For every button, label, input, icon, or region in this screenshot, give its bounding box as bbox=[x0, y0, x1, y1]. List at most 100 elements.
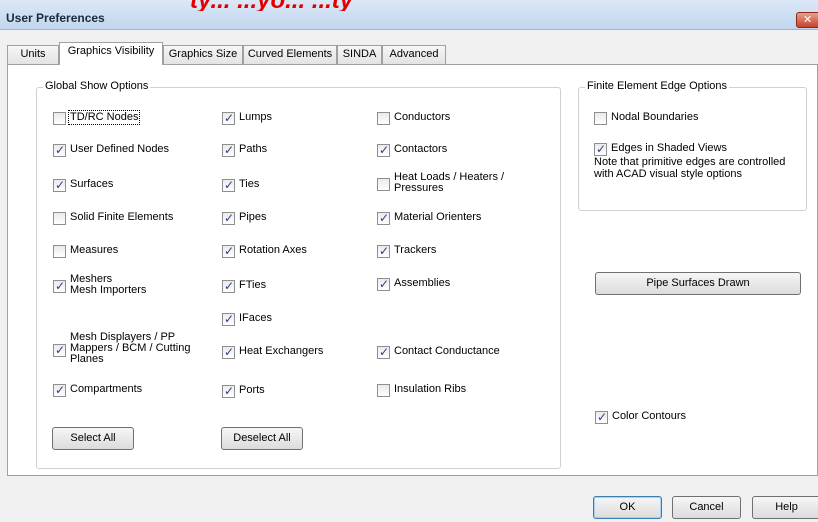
checkbox-label: Trackers bbox=[394, 244, 437, 256]
checkbox-box[interactable] bbox=[53, 343, 66, 357]
checkbox-box[interactable] bbox=[377, 211, 390, 225]
checkbox-label: TD/RC Nodes bbox=[67, 110, 141, 125]
checkbox-label: Pipes bbox=[239, 211, 267, 223]
checkbox-label: Surfaces bbox=[70, 178, 114, 190]
checkbox-box[interactable] bbox=[53, 112, 66, 125]
close-icon[interactable]: ✕ bbox=[796, 12, 818, 28]
checkbox-label: Nodal Boundaries bbox=[611, 111, 699, 123]
checkbox-nodal-boundaries[interactable]: Nodal Boundaries bbox=[594, 112, 698, 125]
checkbox-assemblies[interactable]: Assemblies bbox=[377, 277, 451, 291]
checkbox-box[interactable] bbox=[222, 178, 235, 192]
tab-curved-elements[interactable]: Curved Elements bbox=[243, 45, 337, 64]
checkbox-box[interactable] bbox=[222, 143, 235, 157]
help-button[interactable]: Help bbox=[752, 496, 818, 519]
checkbox-contactors[interactable]: Contactors bbox=[377, 143, 447, 157]
primitive-edges-note: Note that primitive edges are controlled… bbox=[594, 156, 786, 180]
checkbox-box[interactable] bbox=[377, 178, 390, 191]
checkbox-box[interactable] bbox=[222, 244, 235, 258]
checkbox-pipes[interactable]: Pipes bbox=[222, 211, 267, 225]
tab-sinda[interactable]: SINDA bbox=[337, 45, 382, 64]
checkbox-label: Edges in Shaded Views bbox=[611, 142, 727, 154]
checkbox-label: Contact Conductance bbox=[394, 345, 500, 357]
checkbox-box[interactable] bbox=[377, 143, 390, 157]
checkbox-conductors[interactable]: Conductors bbox=[377, 112, 450, 125]
checkbox-label: Ports bbox=[239, 384, 265, 396]
dialog-body: Units Graphics Visibility Graphics Size … bbox=[0, 30, 818, 522]
checkbox-box[interactable] bbox=[594, 142, 607, 156]
title-bar: User Preferences ty... ...yo... ...ty ✕ bbox=[0, 0, 818, 30]
checkbox-heat-loads[interactable]: Heat Loads / Heaters / Pressures bbox=[377, 172, 504, 194]
checkbox-ifaces[interactable]: IFaces bbox=[222, 312, 273, 326]
checkbox-fties[interactable]: FTies bbox=[222, 279, 267, 293]
checkbox-label: Mesh Displayers / PP Mappers / BCM / Cut… bbox=[70, 331, 191, 365]
checkbox-box[interactable] bbox=[222, 345, 235, 359]
checkbox-heat-exchangers[interactable]: Heat Exchangers bbox=[222, 345, 324, 359]
checkbox-lumps[interactable]: Lumps bbox=[222, 111, 272, 125]
ok-button[interactable]: OK bbox=[593, 496, 662, 519]
checkbox-box[interactable] bbox=[377, 384, 390, 397]
checkbox-trackers[interactable]: Trackers bbox=[377, 244, 437, 258]
checkbox-paths[interactable]: Paths bbox=[222, 143, 268, 157]
tab-units[interactable]: Units bbox=[7, 45, 59, 64]
checkbox-label: FTies bbox=[239, 279, 267, 291]
checkbox-label: Meshers Mesh Importers bbox=[70, 273, 147, 296]
checkbox-label: Solid Finite Elements bbox=[70, 211, 174, 223]
checkbox-measures[interactable]: Measures bbox=[53, 245, 118, 258]
checkbox-label: Color Contours bbox=[612, 410, 686, 422]
tab-advanced[interactable]: Advanced bbox=[382, 45, 446, 64]
checkbox-box[interactable] bbox=[53, 279, 66, 293]
tab-panel-graphics-visibility: Global Show Options TD/RC Nodes User Def… bbox=[7, 64, 818, 476]
checkbox-ports[interactable]: Ports bbox=[222, 384, 265, 398]
checkbox-box[interactable] bbox=[222, 279, 235, 293]
checkbox-box[interactable] bbox=[222, 111, 235, 125]
checkbox-box[interactable] bbox=[377, 244, 390, 258]
checkbox-box[interactable] bbox=[53, 178, 66, 192]
global-show-options-title: Global Show Options bbox=[43, 80, 151, 92]
checkbox-rotation-axes[interactable]: Rotation Axes bbox=[222, 244, 307, 258]
checkbox-box[interactable] bbox=[595, 410, 608, 424]
checkbox-box[interactable] bbox=[53, 143, 66, 157]
window-title: User Preferences bbox=[6, 11, 105, 25]
checkbox-box[interactable] bbox=[594, 112, 607, 125]
select-all-button[interactable]: Select All bbox=[52, 427, 134, 450]
checkbox-mesh-displayers[interactable]: Mesh Displayers / PP Mappers / BCM / Cut… bbox=[53, 332, 190, 365]
checkbox-compartments[interactable]: Compartments bbox=[53, 383, 143, 397]
checkbox-ties[interactable]: Ties bbox=[222, 178, 260, 192]
checkbox-meshers[interactable]: Meshers Mesh Importers bbox=[53, 274, 146, 296]
checkbox-insulation-ribs[interactable]: Insulation Ribs bbox=[377, 384, 466, 397]
tab-graphics-visibility[interactable]: Graphics Visibility bbox=[59, 42, 163, 65]
checkbox-label: Assemblies bbox=[394, 277, 451, 289]
pipe-surfaces-drawn-button[interactable]: Pipe Surfaces Drawn bbox=[595, 272, 801, 295]
checkbox-label: Material Orienters bbox=[394, 211, 482, 223]
global-show-options-group: Global Show Options TD/RC Nodes User Def… bbox=[36, 80, 561, 469]
deselect-all-button[interactable]: Deselect All bbox=[221, 427, 303, 450]
checkbox-edges-shaded-views[interactable]: Edges in Shaded Views bbox=[594, 142, 727, 156]
checkbox-user-defined-nodes[interactable]: User Defined Nodes bbox=[53, 143, 169, 157]
fe-edge-options-group: Finite Element Edge Options Nodal Bounda… bbox=[578, 80, 807, 211]
checkbox-material-orienters[interactable]: Material Orienters bbox=[377, 211, 482, 225]
checkbox-box[interactable] bbox=[377, 345, 390, 359]
checkbox-label: Heat Exchangers bbox=[239, 345, 324, 357]
tab-graphics-size[interactable]: Graphics Size bbox=[163, 45, 243, 64]
checkbox-surfaces[interactable]: Surfaces bbox=[53, 178, 114, 192]
checkbox-box[interactable] bbox=[53, 245, 66, 258]
checkbox-box[interactable] bbox=[377, 277, 390, 291]
checkbox-label: Rotation Axes bbox=[239, 244, 307, 256]
checkbox-label: Ties bbox=[239, 178, 260, 190]
checkbox-solid-finite-elements[interactable]: Solid Finite Elements bbox=[53, 212, 173, 225]
checkbox-box[interactable] bbox=[222, 211, 235, 225]
checkbox-label: Paths bbox=[239, 143, 268, 155]
checkbox-label: IFaces bbox=[239, 312, 273, 324]
checkbox-contact-conductance[interactable]: Contact Conductance bbox=[377, 345, 500, 359]
checkbox-label: Insulation Ribs bbox=[394, 383, 467, 395]
checkbox-box[interactable] bbox=[53, 212, 66, 225]
checkbox-label: Measures bbox=[70, 244, 119, 256]
checkbox-label: Compartments bbox=[70, 383, 143, 395]
checkbox-box[interactable] bbox=[53, 383, 66, 397]
checkbox-box[interactable] bbox=[222, 384, 235, 398]
checkbox-td-rc-nodes[interactable]: TD/RC Nodes bbox=[53, 110, 141, 125]
checkbox-box[interactable] bbox=[222, 312, 235, 326]
checkbox-box[interactable] bbox=[377, 112, 390, 125]
checkbox-color-contours[interactable]: Color Contours bbox=[595, 410, 686, 424]
cancel-button[interactable]: Cancel bbox=[672, 496, 741, 519]
